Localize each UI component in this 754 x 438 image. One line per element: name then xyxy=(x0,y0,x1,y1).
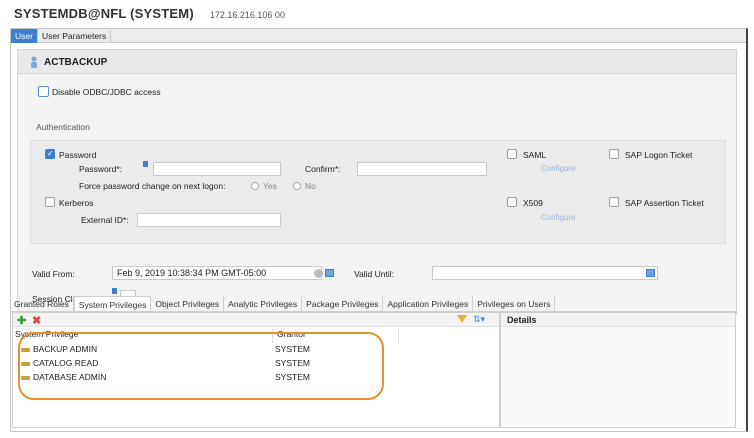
force-change-no-radio[interactable] xyxy=(293,182,301,190)
details-panel: Details xyxy=(500,312,736,428)
x509-configure-link[interactable]: Configure xyxy=(541,213,576,222)
sap-assertion-ticket-label: SAP Assertion Ticket xyxy=(625,198,704,208)
password-field[interactable] xyxy=(153,162,281,176)
force-change-label: Force password change on next logon: xyxy=(79,181,226,191)
sap-logon-ticket-checkbox[interactable] xyxy=(609,149,619,159)
tab-system-privileges[interactable]: System Privileges xyxy=(73,296,152,311)
sap-assertion-ticket-checkbox[interactable] xyxy=(609,197,619,207)
sort-icon[interactable]: ⇅▾ xyxy=(473,314,485,325)
valid-from-value: Feb 9, 2019 10:38:34 PM GMT-05:00 xyxy=(117,268,267,278)
calendar-icon[interactable] xyxy=(325,269,334,277)
valid-until-field[interactable] xyxy=(432,266,658,280)
kerberos-label: Kerberos xyxy=(59,198,94,208)
x509-label: X509 xyxy=(523,198,543,208)
disable-odbc-checkbox[interactable] xyxy=(38,86,49,97)
tab-analytic-privileges[interactable]: Analytic Privileges xyxy=(224,296,303,311)
force-change-yes-radio[interactable] xyxy=(251,182,259,190)
connection-name: SYSTEMDB@NFL (SYSTEM) xyxy=(14,6,194,21)
table-toolbar: ✚ ✖ ⇅▾ xyxy=(13,313,499,327)
tab-user-parameters[interactable]: User Parameters xyxy=(38,29,112,43)
valid-from-label: Valid From: xyxy=(32,269,75,279)
password-label: Password xyxy=(59,150,97,160)
user-header: ACTBACKUP xyxy=(18,50,736,74)
confirm-label: Confirm*: xyxy=(305,164,341,174)
external-id-field[interactable] xyxy=(137,213,281,227)
valid-from-field[interactable]: Feb 9, 2019 10:38:34 PM GMT-05:00 xyxy=(112,266,322,280)
details-heading: Details xyxy=(501,313,735,327)
tab-object-privileges[interactable]: Object Privileges xyxy=(151,296,225,311)
saml-label: SAML xyxy=(523,150,547,160)
filter-icon[interactable] xyxy=(457,315,467,323)
sap-logon-ticket-label: SAP Logon Ticket xyxy=(625,150,693,160)
tab-user[interactable]: User xyxy=(11,29,38,43)
saml-checkbox[interactable] xyxy=(507,149,517,159)
password-checkbox[interactable] xyxy=(45,149,55,159)
authentication-box: Password Password*: Confirm*: Force pass… xyxy=(30,140,726,244)
user-details-panel: ACTBACKUP Disable ODBC/JDBC access Authe… xyxy=(17,49,737,315)
window-title-bar: SYSTEMDB@NFL (SYSTEM) 172.16.216.106 00 xyxy=(14,6,285,26)
required-marker-icon xyxy=(112,288,117,294)
authentication-heading: Authentication xyxy=(36,122,90,132)
disable-odbc-label: Disable ODBC/JDBC access xyxy=(52,87,161,97)
confirm-password-field[interactable] xyxy=(357,162,487,176)
privilege-tabs: Granted Roles System Privileges Object P… xyxy=(10,296,736,312)
x509-checkbox[interactable] xyxy=(507,197,517,207)
calendar-icon[interactable] xyxy=(646,269,655,277)
remove-icon[interactable]: ✖ xyxy=(32,314,41,327)
force-change-yes-label: Yes xyxy=(263,181,277,191)
add-icon[interactable]: ✚ xyxy=(17,314,26,327)
highlight-annotation xyxy=(18,332,384,400)
force-change-no-label: No xyxy=(305,181,316,191)
external-id-label: External ID*: xyxy=(81,215,129,225)
host-address: 172.16.216.106 00 xyxy=(209,10,285,20)
editor-tab-bar: User User Parameters xyxy=(11,29,746,43)
tab-application-privileges[interactable]: Application Privileges xyxy=(383,296,474,311)
clear-icon[interactable] xyxy=(314,269,323,278)
password-field-label: Password*: xyxy=(79,164,122,174)
kerberos-checkbox[interactable] xyxy=(45,197,55,207)
saml-configure-link[interactable]: Configure xyxy=(541,164,576,173)
tab-package-privileges[interactable]: Package Privileges xyxy=(302,296,384,311)
required-marker-icon xyxy=(143,161,148,167)
user-icon xyxy=(31,56,37,68)
user-name: ACTBACKUP xyxy=(44,57,108,68)
tab-granted-roles[interactable]: Granted Roles xyxy=(10,296,74,311)
tab-privileges-on-users[interactable]: Privileges on Users xyxy=(473,296,556,311)
valid-until-label: Valid Until: xyxy=(354,269,394,279)
